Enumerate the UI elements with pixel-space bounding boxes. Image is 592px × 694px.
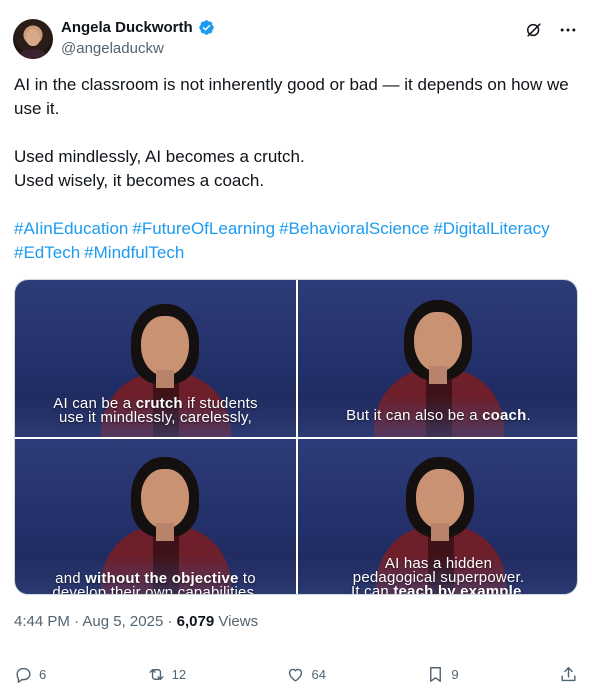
post-text: AI in the classroom is not inherently go… — [14, 73, 580, 193]
media-grid: AI can be a crutch if students use it mi… — [14, 279, 578, 595]
reply-count: 6 — [39, 666, 47, 682]
bookmark-button[interactable]: 9 — [426, 665, 459, 684]
media-image-4[interactable]: AI has a hidden pedagogical superpower. … — [298, 439, 577, 595]
post-line-1: AI in the classroom is not inherently go… — [14, 75, 569, 118]
post-line-2: Used mindlessly, AI becomes a crutch. — [14, 147, 305, 166]
avatar-shirt — [19, 49, 47, 59]
post-date[interactable]: Aug 5, 2025 — [82, 613, 163, 630]
media-image-1[interactable]: AI can be a crutch if students use it mi… — [15, 280, 296, 437]
hashtag-link[interactable]: #MindfulTech — [84, 243, 184, 262]
verified-badge-icon — [198, 20, 214, 35]
like-button[interactable]: 64 — [286, 665, 326, 684]
repost-count: 12 — [171, 666, 187, 682]
hashtag-link[interactable]: #AIinEducation — [14, 219, 128, 238]
author-row: Angela Duckworth — [61, 19, 215, 36]
avatar[interactable] — [13, 19, 53, 59]
post-meta: 4:44 PM · Aug 5, 2025 · 6,079 Views — [14, 613, 259, 630]
bookmark-icon — [430, 666, 442, 682]
avatar-face — [26, 29, 40, 46]
views-label: Views — [214, 613, 259, 630]
like-count: 64 — [311, 666, 326, 682]
reply-icon — [16, 667, 31, 683]
post-line-3: Used wisely, it becomes a coach. — [14, 171, 265, 190]
caption-1: AI can be a crutch if students use it mi… — [53, 395, 258, 426]
author-handle[interactable]: @angeladuckw — [61, 40, 164, 57]
grok-icon[interactable] — [524, 20, 544, 40]
hashtag-link[interactable]: #EdTech — [14, 243, 80, 262]
repost-icon — [149, 668, 164, 680]
caption-4: AI has a hidden pedagogical superpower. … — [351, 555, 526, 595]
hashtag-link[interactable]: #BehavioralScience — [279, 219, 429, 238]
like-icon — [289, 668, 303, 682]
hashtag-link[interactable]: #DigitalLiteracy — [433, 219, 549, 238]
post-time[interactable]: 4:44 PM — [14, 613, 70, 630]
reply-button[interactable]: 6 — [14, 665, 46, 684]
share-icon — [561, 666, 576, 681]
repost-button[interactable]: 12 — [147, 665, 186, 684]
share-button[interactable] — [559, 665, 578, 684]
media-image-3[interactable]: and without the objective to develop the… — [15, 439, 296, 595]
more-icon[interactable] — [558, 20, 578, 40]
author-name[interactable]: Angela Duckworth — [61, 19, 193, 36]
bookmark-count: 9 — [451, 666, 459, 682]
views-count: 6,079 — [176, 613, 215, 630]
caption-3: and without the objective to develop the… — [52, 570, 259, 595]
hashtags: #AIinEducation #FutureOfLearning #Behavior… — [14, 217, 580, 265]
media-image-2[interactable]: But it can also be a coach. — [298, 280, 577, 437]
top-actions — [524, 20, 578, 40]
hashtag-link[interactable]: #FutureOfLearning — [132, 219, 275, 238]
action-bar: 6 12 64 9 — [14, 663, 578, 685]
caption-2: But it can also be a coach. — [346, 407, 531, 424]
